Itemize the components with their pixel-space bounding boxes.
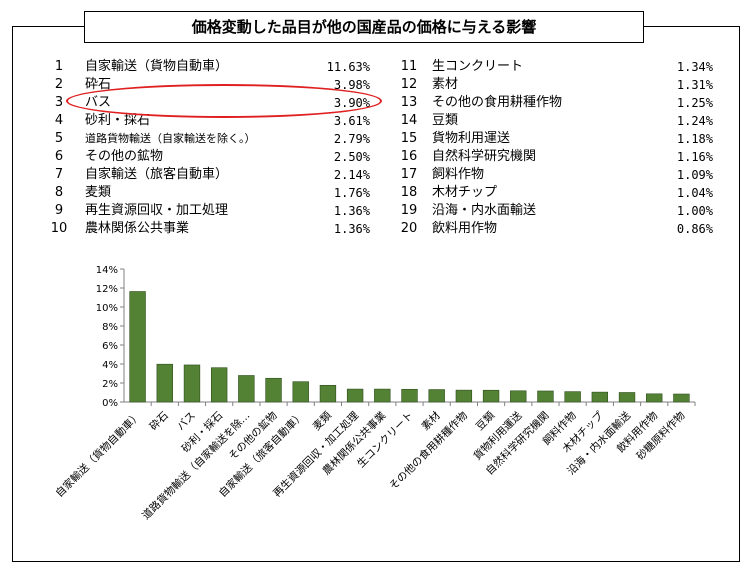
bar	[129, 291, 146, 403]
x-tick-label: 素材	[419, 409, 443, 433]
y-tick-label: 0%	[102, 398, 118, 409]
bar	[238, 375, 255, 403]
bar	[319, 384, 337, 403]
x-tick-label: バス	[175, 410, 198, 433]
bar-chart: 0%2%4%6%8%10%12%14%自家輸送（貨物自動車） 砕石 バス砂利・採石道…	[53, 265, 696, 522]
bar	[646, 393, 663, 403]
x-tick-label: 麦類	[311, 409, 335, 433]
x-tick-label: 豆類	[474, 409, 498, 433]
bar	[564, 391, 581, 403]
y-tick-label: 6%	[102, 341, 118, 352]
y-tick-label: 10%	[96, 303, 118, 314]
bar	[618, 392, 636, 403]
bar	[673, 393, 690, 403]
bar	[210, 367, 228, 403]
bar	[510, 390, 527, 403]
bar	[591, 391, 609, 403]
bar	[374, 388, 391, 403]
bar	[292, 381, 309, 403]
bar	[183, 364, 201, 403]
bar	[428, 389, 445, 403]
y-tick-label: 14%	[96, 265, 118, 276]
bar	[455, 389, 473, 403]
bar	[401, 388, 418, 403]
y-tick-label: 4%	[102, 360, 118, 371]
bar	[346, 388, 364, 403]
x-tick-label: 砕石	[148, 410, 171, 433]
bar	[265, 377, 282, 403]
x-tick-label: 自家輸送（貨物自動車）	[53, 409, 144, 500]
y-tick-label: 12%	[96, 284, 118, 295]
bar	[156, 363, 173, 403]
bar	[482, 389, 500, 403]
bar	[537, 390, 554, 403]
y-tick-label: 2%	[102, 379, 118, 390]
y-tick-label: 8%	[102, 322, 118, 333]
